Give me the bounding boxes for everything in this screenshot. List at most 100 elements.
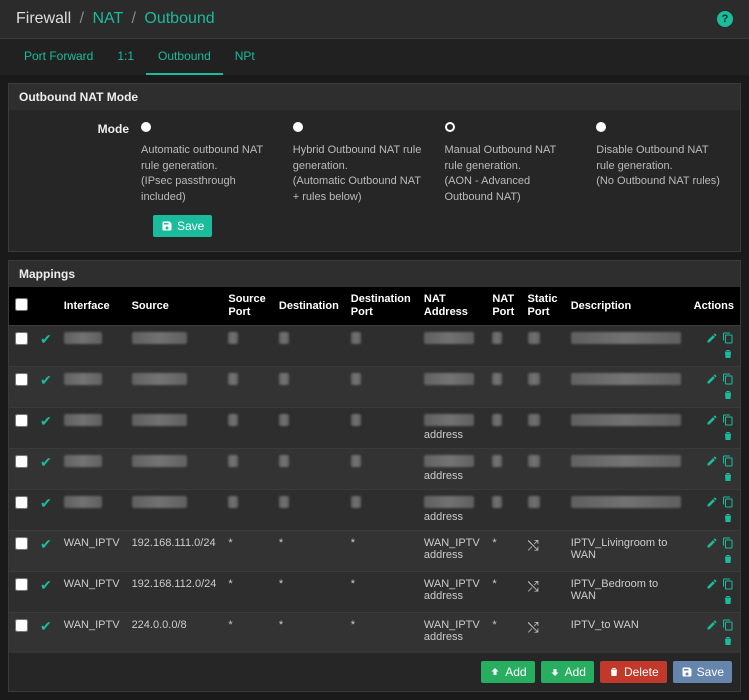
status-icon: ✔ xyxy=(40,536,52,552)
copy-icon[interactable] xyxy=(722,537,734,549)
row-checkbox[interactable] xyxy=(15,332,28,345)
copy-icon[interactable] xyxy=(722,578,734,590)
th-destination-port: Destination Port xyxy=(345,287,418,326)
cell-interface: WAN_IPTV xyxy=(58,572,126,613)
delete-row-icon[interactable] xyxy=(722,553,734,565)
nat-addr-suffix: address xyxy=(424,470,463,482)
trash-icon xyxy=(608,666,620,678)
cell-destination-port: * xyxy=(345,531,418,572)
nat-addr-suffix: address xyxy=(424,511,463,523)
status-icon: ✔ xyxy=(40,618,52,634)
cell-source-port: * xyxy=(222,572,273,613)
table-row[interactable]: ✔ xyxy=(9,367,740,408)
breadcrumb-seg-nat[interactable]: NAT xyxy=(92,10,123,27)
cell-nat-port: * xyxy=(486,613,521,654)
delete-label: Delete xyxy=(624,665,659,679)
radio-mode-disable[interactable] xyxy=(596,122,606,132)
cell-destination: * xyxy=(273,572,345,613)
shuffle-icon: ⤭ xyxy=(528,537,539,553)
save-icon xyxy=(681,666,693,678)
add-top-button[interactable]: Add xyxy=(481,661,534,683)
table-row[interactable]: ✔WAN_IPTV224.0.0.0/8***WAN_IPTVaddress*⤭… xyxy=(9,613,740,654)
mode-option-text-automatic: Automatic outbound NAT rule generation. … xyxy=(141,144,263,202)
delete-row-icon[interactable] xyxy=(722,389,734,401)
radio-mode-manual[interactable] xyxy=(445,122,455,132)
copy-icon[interactable] xyxy=(722,373,734,385)
cell-source-port: * xyxy=(222,613,273,654)
arrow-up-icon xyxy=(489,666,501,678)
panel-header-mode: Outbound NAT Mode xyxy=(9,84,740,110)
radio-mode-hybrid[interactable] xyxy=(293,122,303,132)
tab-outbound[interactable]: Outbound xyxy=(146,39,223,75)
status-icon: ✔ xyxy=(40,372,52,388)
cell-destination-port: * xyxy=(345,613,418,654)
edit-icon[interactable] xyxy=(706,373,718,385)
copy-icon[interactable] xyxy=(722,496,734,508)
row-checkbox[interactable] xyxy=(15,373,28,386)
table-row[interactable]: ✔address xyxy=(9,449,740,490)
table-row[interactable]: ✔address xyxy=(9,408,740,449)
tab-one-to-one[interactable]: 1:1 xyxy=(105,39,146,75)
table-row[interactable]: ✔ address xyxy=(9,490,740,531)
row-checkbox[interactable] xyxy=(15,496,28,509)
footer-actions: Add Add Delete Save xyxy=(9,653,740,691)
delete-row-icon[interactable] xyxy=(722,512,734,524)
delete-row-icon[interactable] xyxy=(722,430,734,442)
tabs: Port Forward 1:1 Outbound NPt xyxy=(0,39,749,75)
breadcrumb-seg-firewall[interactable]: Firewall xyxy=(16,10,71,27)
delete-button[interactable]: Delete xyxy=(600,661,667,683)
row-checkbox[interactable] xyxy=(15,455,28,468)
tab-npt[interactable]: NPt xyxy=(223,39,267,75)
copy-icon[interactable] xyxy=(722,332,734,344)
edit-icon[interactable] xyxy=(706,537,718,549)
cell-source: 224.0.0.0/8 xyxy=(126,613,223,654)
tab-port-forward[interactable]: Port Forward xyxy=(12,39,105,75)
cell-nat-address: WAN_IPTVaddress xyxy=(418,613,486,654)
panel-outbound-nat-mode: Outbound NAT Mode Mode Automatic outboun… xyxy=(8,83,741,252)
edit-icon[interactable] xyxy=(706,578,718,590)
edit-icon[interactable] xyxy=(706,414,718,426)
row-checkbox[interactable] xyxy=(15,619,28,632)
table-row[interactable]: ✔WAN_IPTV192.168.112.0/24***WAN_IPTVaddr… xyxy=(9,572,740,613)
mode-option-text-disable: Disable Outbound NAT rule generation. (N… xyxy=(596,144,720,187)
th-nat-port: NAT Port xyxy=(486,287,521,326)
table-row[interactable]: ✔ xyxy=(9,326,740,367)
cell-destination: * xyxy=(273,613,345,654)
save-mode-button[interactable]: Save xyxy=(153,215,212,237)
delete-row-icon[interactable] xyxy=(722,594,734,606)
copy-icon[interactable] xyxy=(722,455,734,467)
th-static-port: Static Port xyxy=(522,287,565,326)
save-order-button[interactable]: Save xyxy=(673,661,732,683)
delete-row-icon[interactable] xyxy=(722,348,734,360)
copy-icon[interactable] xyxy=(722,619,734,631)
th-source-port: Source Port xyxy=(222,287,273,326)
edit-icon[interactable] xyxy=(706,496,718,508)
delete-row-icon[interactable] xyxy=(722,471,734,483)
delete-row-icon[interactable] xyxy=(722,635,734,647)
table-row[interactable]: ✔WAN_IPTV192.168.111.0/24***WAN_IPTVaddr… xyxy=(9,531,740,572)
help-icon[interactable]: ? xyxy=(717,11,733,27)
cell-source-port: * xyxy=(222,531,273,572)
row-checkbox[interactable] xyxy=(15,578,28,591)
cell-source: 192.168.112.0/24 xyxy=(126,572,223,613)
cell-nat-address: WAN_IPTVaddress xyxy=(418,572,486,613)
select-all-checkbox[interactable] xyxy=(15,298,28,311)
th-nat-address: NAT Address xyxy=(418,287,486,326)
row-checkbox[interactable] xyxy=(15,414,28,427)
cell-static-port: ⤭ xyxy=(522,572,565,613)
save-icon xyxy=(161,220,173,232)
mode-label: Mode xyxy=(21,122,141,136)
radio-mode-automatic[interactable] xyxy=(141,122,151,132)
status-icon: ✔ xyxy=(40,495,52,511)
edit-icon[interactable] xyxy=(706,332,718,344)
cell-nat-port: * xyxy=(486,572,521,613)
panel-header-mappings: Mappings xyxy=(9,261,740,287)
edit-icon[interactable] xyxy=(706,455,718,467)
save-order-label: Save xyxy=(697,665,724,679)
cell-description: IPTV_Bedroom to WAN xyxy=(565,572,688,613)
edit-icon[interactable] xyxy=(706,619,718,631)
cell-static-port: ⤭ xyxy=(522,531,565,572)
add-bottom-button[interactable]: Add xyxy=(541,661,594,683)
copy-icon[interactable] xyxy=(722,414,734,426)
row-checkbox[interactable] xyxy=(15,537,28,550)
